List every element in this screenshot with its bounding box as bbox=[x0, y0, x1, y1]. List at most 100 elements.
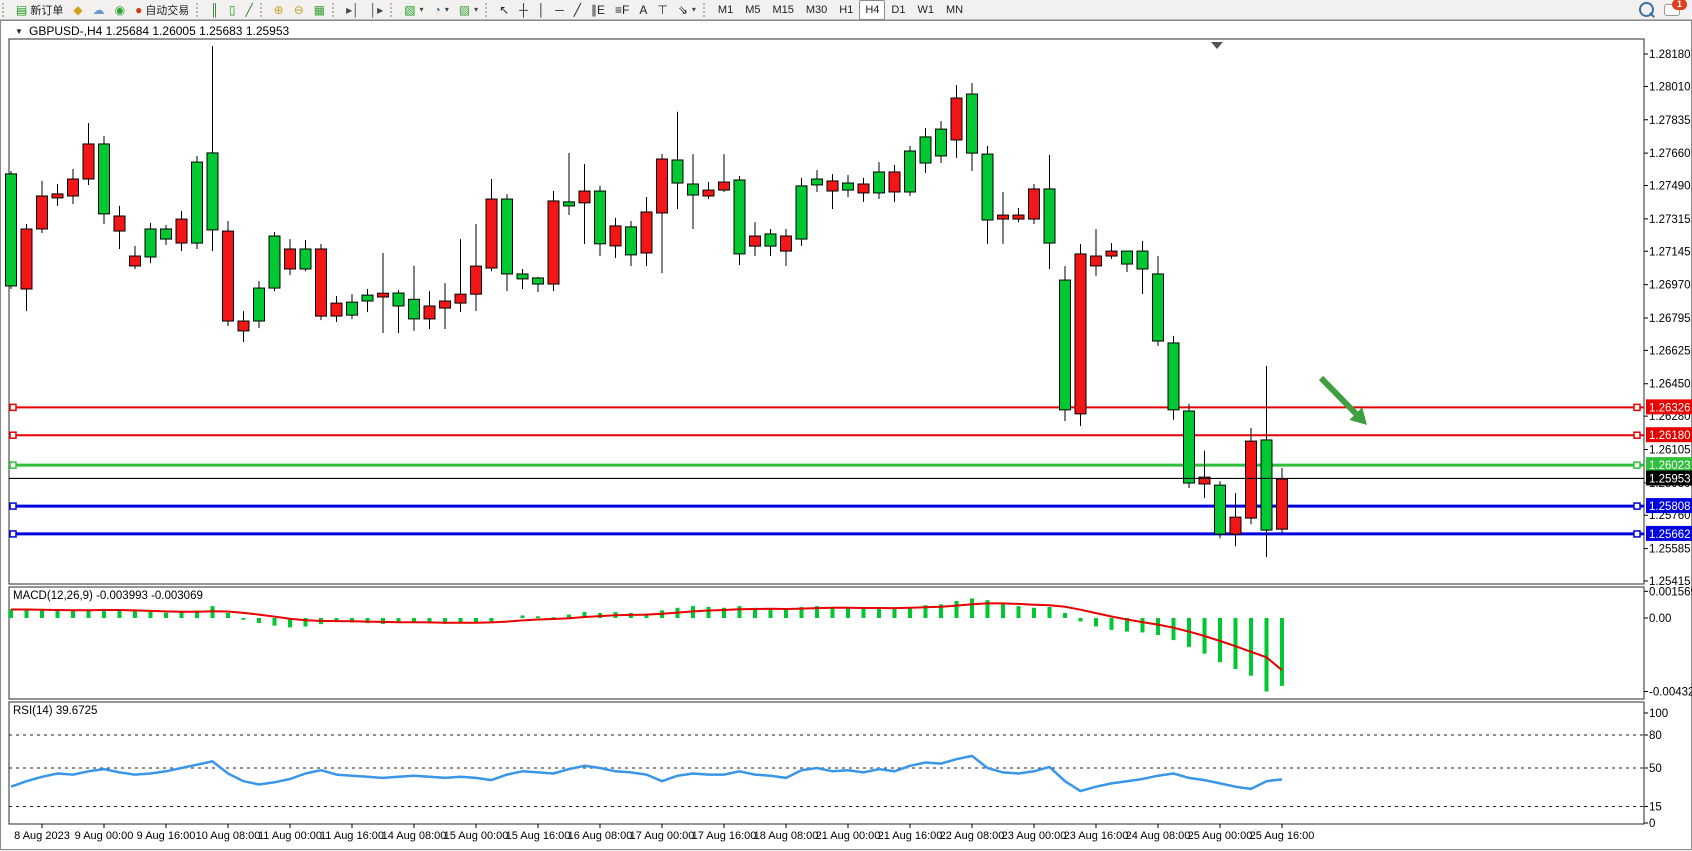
svg-text:9 Aug 00:00: 9 Aug 00:00 bbox=[75, 830, 134, 842]
template-button[interactable]: ▨▾ bbox=[454, 0, 483, 20]
chevron-down-icon: ▾ bbox=[420, 5, 424, 14]
candle bbox=[424, 306, 435, 319]
candle bbox=[703, 190, 714, 196]
periods-button[interactable]: ◔▾ bbox=[429, 0, 454, 20]
candle bbox=[331, 303, 342, 316]
candle bbox=[843, 183, 854, 190]
svg-text:17 Aug 16:00: 17 Aug 16:00 bbox=[692, 830, 757, 842]
chart-window[interactable]: ▼GBPUSD-,H4 1.25684 1.26005 1.25683 1.25… bbox=[0, 20, 1692, 850]
template-icon: ▨ bbox=[459, 4, 470, 16]
line-handle[interactable] bbox=[10, 404, 16, 410]
candle bbox=[982, 154, 993, 220]
line-handle[interactable] bbox=[1634, 432, 1640, 438]
candle bbox=[533, 278, 544, 284]
hline-button[interactable]: ─ bbox=[550, 0, 569, 20]
candle bbox=[657, 159, 668, 213]
chevron-down-icon: ▾ bbox=[445, 5, 449, 14]
auto-scroll-button[interactable]: ▸│ bbox=[341, 0, 365, 20]
line-chart-button[interactable]: ╱ bbox=[240, 0, 257, 20]
channel-button[interactable]: ∥E bbox=[586, 0, 610, 20]
line-handle[interactable] bbox=[10, 503, 16, 509]
new-chart-button[interactable]: ▧▾ bbox=[399, 0, 428, 20]
svg-text:1.27660: 1.27660 bbox=[1649, 148, 1691, 160]
time-axis: 8 Aug 20239 Aug 00:009 Aug 16:0010 Aug 0… bbox=[14, 824, 1314, 842]
timeframe-h4-button[interactable]: H4 bbox=[859, 0, 885, 20]
timeframe-m1-button[interactable]: M1 bbox=[712, 0, 739, 20]
candle bbox=[161, 229, 172, 239]
label-button[interactable]: ⊤ bbox=[652, 0, 672, 20]
candle bbox=[858, 184, 869, 193]
chart-shift-button[interactable]: │▸ bbox=[365, 0, 389, 20]
timeframe-w1-button[interactable]: W1 bbox=[911, 0, 940, 20]
svg-text:15: 15 bbox=[1649, 802, 1662, 814]
line-handle[interactable] bbox=[1634, 503, 1640, 509]
new-order-button[interactable]: ▤新订单 bbox=[11, 0, 68, 20]
candle bbox=[21, 229, 32, 289]
line-handle[interactable] bbox=[10, 462, 16, 468]
candle bbox=[610, 226, 621, 246]
ohlc-bars-icon: ║ bbox=[210, 4, 219, 16]
tile-windows-icon: ▦ bbox=[314, 4, 325, 16]
bar-chart-button[interactable]: ║ bbox=[205, 0, 224, 20]
line-handle[interactable] bbox=[1634, 531, 1640, 537]
svg-text:1.26795: 1.26795 bbox=[1649, 313, 1691, 325]
market-watch-icon[interactable]: ☁ bbox=[88, 0, 110, 20]
svg-text:10 Aug 08:00: 10 Aug 08:00 bbox=[196, 830, 261, 842]
gbpusd-h4-chart[interactable]: ▼GBPUSD-,H4 1.25684 1.26005 1.25683 1.25… bbox=[1, 21, 1692, 851]
candle bbox=[440, 301, 451, 308]
candle bbox=[269, 236, 280, 288]
candle bbox=[455, 294, 466, 303]
auto-trading-button[interactable]: ●自动交易 bbox=[130, 0, 194, 20]
svg-text:1.26450: 1.26450 bbox=[1649, 379, 1691, 391]
timeframe-m15-button[interactable]: M15 bbox=[766, 0, 799, 20]
zoom-in-button[interactable]: ⊕ bbox=[269, 0, 289, 20]
svg-text:11 Aug 00:00: 11 Aug 00:00 bbox=[258, 830, 322, 842]
svg-text:18 Aug 08:00: 18 Aug 08:00 bbox=[754, 830, 819, 842]
timeframe-m5-button[interactable]: M5 bbox=[739, 0, 766, 20]
cloud-icon: ☁ bbox=[93, 4, 105, 16]
tile-windows-button[interactable]: ▦ bbox=[309, 0, 330, 20]
candle bbox=[626, 227, 637, 255]
charts-icon[interactable]: ◆ bbox=[68, 0, 87, 20]
timeframe-d1-button[interactable]: D1 bbox=[885, 0, 911, 20]
candle bbox=[300, 249, 311, 269]
horizontal-line-icon: ─ bbox=[555, 4, 564, 16]
line-handle[interactable] bbox=[1634, 404, 1640, 410]
crosshair-icon: ┼ bbox=[519, 4, 528, 16]
text-button[interactable]: A bbox=[634, 0, 652, 20]
timeframe-m30-button[interactable]: M30 bbox=[800, 0, 833, 20]
toolbar-grip bbox=[2, 3, 9, 17]
svg-text:100: 100 bbox=[1649, 708, 1668, 720]
svg-text:11 Aug 16:00: 11 Aug 16:00 bbox=[320, 830, 384, 842]
line-handle[interactable] bbox=[10, 531, 16, 537]
toolbar-grip bbox=[332, 3, 339, 17]
candle bbox=[920, 137, 931, 163]
arrows-button[interactable]: ⇘▾ bbox=[673, 0, 701, 20]
notification-badge: 1 bbox=[1672, 0, 1687, 10]
svg-text:25 Aug 00:00: 25 Aug 00:00 bbox=[1188, 830, 1253, 842]
svg-text:1.28010: 1.28010 bbox=[1649, 81, 1691, 93]
toolbar-grip bbox=[390, 3, 397, 17]
candle bbox=[579, 191, 590, 203]
candle bbox=[6, 174, 17, 286]
timeframe-h1-button[interactable]: H1 bbox=[833, 0, 859, 20]
svg-text:0.001569: 0.001569 bbox=[1649, 586, 1692, 598]
svg-text:25 Aug 16:00: 25 Aug 16:00 bbox=[1250, 830, 1315, 842]
zoom-out-button[interactable]: ⊖ bbox=[289, 0, 309, 20]
trendline-button[interactable]: ╱ bbox=[569, 0, 586, 20]
fibonacci-button[interactable]: ≡F bbox=[610, 0, 634, 20]
timeframe-mn-button[interactable]: MN bbox=[940, 0, 969, 20]
text-label-icon: ⊤ bbox=[657, 4, 667, 16]
line-handle[interactable] bbox=[10, 432, 16, 438]
candlestick-button[interactable]: ▯ bbox=[224, 0, 241, 20]
cursor-button[interactable]: ↖ bbox=[494, 0, 514, 20]
search-icon[interactable] bbox=[1639, 2, 1654, 17]
candle bbox=[1029, 189, 1040, 219]
auto-scroll-icon: ▸│ bbox=[346, 4, 360, 16]
crosshair-button[interactable]: ┼ bbox=[514, 0, 533, 20]
line-handle[interactable] bbox=[1634, 462, 1640, 468]
svg-text:1.25662: 1.25662 bbox=[1649, 529, 1691, 541]
vline-button[interactable]: │ bbox=[533, 0, 551, 20]
signals-icon[interactable]: ◉ bbox=[110, 0, 130, 20]
chat-icon[interactable]: 1 bbox=[1664, 4, 1680, 16]
